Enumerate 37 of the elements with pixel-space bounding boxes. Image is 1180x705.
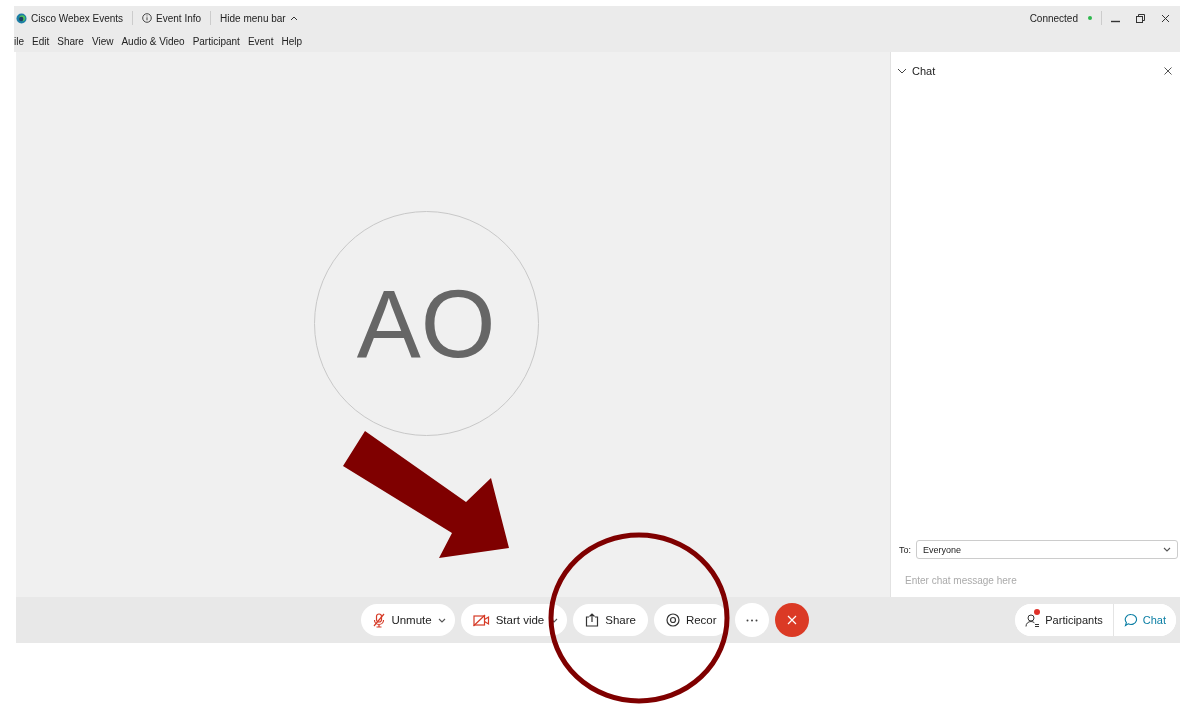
menu-item[interactable]: Edit — [32, 35, 50, 47]
menu-item[interactable]: ile — [14, 35, 24, 47]
close-icon[interactable] — [1161, 13, 1170, 23]
share-button[interactable]: Share — [573, 604, 648, 636]
mute-button[interactable]: Unmute — [361, 604, 455, 636]
close-icon — [786, 615, 797, 625]
hide-menu-bar-button[interactable]: Hide menu bar — [220, 12, 298, 24]
menu-item[interactable]: View — [91, 35, 114, 47]
more-icon — [745, 618, 758, 622]
menu-item[interactable]: Participant — [192, 35, 240, 47]
connection-status: Connected — [1029, 12, 1078, 24]
close-icon[interactable] — [1164, 67, 1172, 75]
event-info-button[interactable]: Event Info — [142, 12, 202, 24]
record-icon — [665, 613, 680, 627]
menu-item[interactable]: Audio & Video — [121, 35, 185, 47]
caret-up-icon — [289, 15, 298, 21]
to-label: To: — [899, 544, 911, 555]
menu-item[interactable]: Event — [247, 35, 274, 47]
participants-icon — [1025, 612, 1041, 628]
chat-bubble-icon — [1123, 613, 1138, 627]
chevron-down-icon[interactable] — [897, 66, 907, 76]
status-dot — [1088, 16, 1092, 20]
menu-item[interactable]: Help — [281, 35, 303, 47]
muted-microphone-icon — [373, 612, 386, 628]
video-off-icon — [472, 613, 490, 627]
app-name: Cisco Webex Events — [31, 12, 124, 24]
restore-icon[interactable] — [1136, 13, 1145, 23]
caret-icon — [1163, 547, 1171, 552]
share-icon — [585, 613, 600, 627]
menu-item[interactable]: Share — [57, 35, 84, 47]
end-call-button[interactable] — [774, 603, 809, 637]
info-icon — [142, 13, 153, 23]
recipient-dropdown[interactable]: Everyone — [916, 540, 1178, 559]
video-button[interactable]: Start vide — [460, 604, 568, 636]
panel-title: Chat — [912, 65, 937, 77]
webex-logo-icon — [16, 12, 27, 24]
chat-tab[interactable]: Chat — [1112, 604, 1176, 636]
